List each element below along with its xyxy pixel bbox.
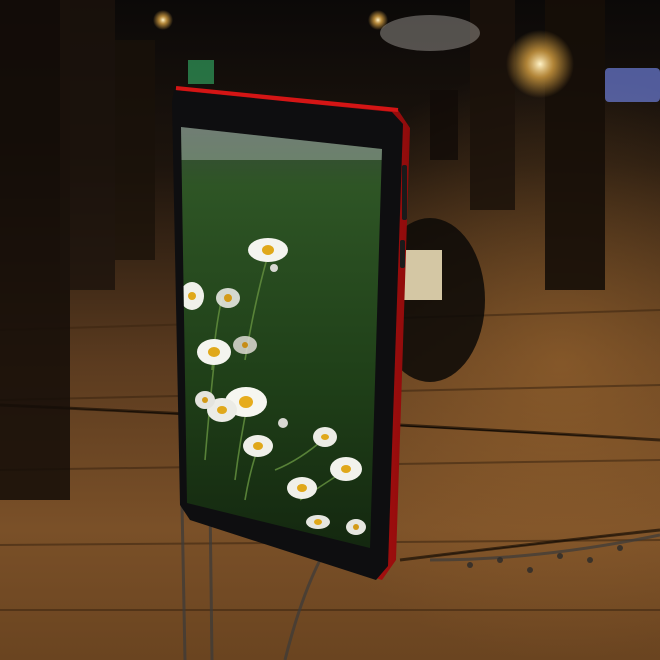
- blue-screen-light: [605, 68, 660, 102]
- daisy-icon: [346, 519, 366, 535]
- daisy-icon: [287, 477, 317, 499]
- exit-sign: [188, 60, 214, 84]
- daisy-bud-icon: [278, 418, 288, 428]
- daisy-icon: [313, 427, 337, 447]
- lamp-light: [506, 30, 574, 98]
- daisy-icon: [195, 391, 215, 409]
- daisy-icon: [306, 515, 330, 529]
- daisy-icon: [216, 288, 240, 308]
- daisy-icon: [243, 435, 273, 457]
- scene-svg: [0, 0, 660, 660]
- daisy-icon: [330, 457, 362, 481]
- daisy-icon: [197, 339, 231, 365]
- daisy-bud-icon: [270, 264, 278, 272]
- small-light: [153, 10, 173, 30]
- reflection-highlight: [404, 250, 442, 300]
- tablet-screen: [181, 127, 382, 548]
- ceiling-light: [380, 15, 480, 51]
- photo-scene: [0, 0, 660, 660]
- tablet: [172, 86, 410, 580]
- side-button: [400, 240, 405, 268]
- daisy-icon: [248, 238, 288, 262]
- side-button: [402, 165, 407, 220]
- screen-wallpaper-grass: [181, 127, 382, 548]
- daisy-icon: [233, 336, 257, 354]
